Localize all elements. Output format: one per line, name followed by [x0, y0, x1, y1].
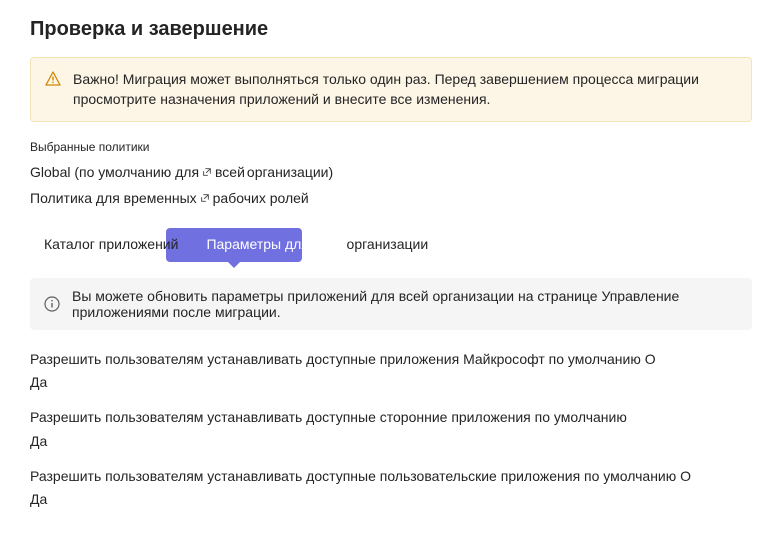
setting-value: Да [30, 433, 752, 449]
policy-text-suffix: организации) [247, 164, 333, 180]
warning-icon [45, 71, 61, 87]
policy-text-suffix: рабочих ролей [213, 190, 309, 206]
setting-custom-apps: Разрешить пользователям устанавливать до… [30, 467, 752, 507]
warning-text: Важно! Миграция может выполняться только… [73, 70, 737, 109]
open-link-icon [199, 192, 211, 204]
setting-value: Да [30, 374, 752, 390]
policy-item-temporary[interactable]: Политика для временных рабочих ролей [30, 190, 752, 206]
setting-label: Разрешить пользователям устанавливать до… [30, 467, 752, 485]
policy-text-prefix: Политика для временных [30, 190, 197, 206]
policy-list: Global (по умолчанию для всей организаци… [30, 164, 752, 206]
tab-app-catalog[interactable]: Каталог приложений [30, 228, 192, 262]
tab-label-highlighted: Параметры для всей [206, 236, 342, 252]
page-title: Проверка и завершение [30, 18, 752, 41]
policy-item-global[interactable]: Global (по умолчанию для всей организаци… [30, 164, 752, 180]
info-banner: Вы можете обновить параметры приложений … [30, 278, 752, 330]
tab-label: Каталог приложений [44, 236, 178, 252]
setting-value: Да [30, 491, 752, 507]
policy-text-prefix: Global (по умолчанию для [30, 164, 199, 180]
setting-label: Разрешить пользователям устанавливать до… [30, 350, 752, 368]
tab-org-wide-settings[interactable]: Параметры для всей организации [192, 228, 442, 262]
tab-label-post: организации [343, 236, 428, 252]
warning-banner: Важно! Миграция может выполняться только… [30, 57, 752, 122]
info-icon [44, 296, 60, 312]
tabs: Каталог приложений Параметры для всей ор… [30, 228, 752, 262]
setting-third-party-apps: Разрешить пользователям устанавливать до… [30, 408, 752, 448]
setting-label: Разрешить пользователям устанавливать до… [30, 408, 752, 426]
policy-text-link: всей [215, 164, 245, 180]
setting-microsoft-apps: Разрешить пользователям устанавливать до… [30, 350, 752, 390]
info-text: Вы можете обновить параметры приложений … [72, 288, 738, 320]
open-link-icon [201, 166, 213, 178]
selected-policies-label: Выбранные политики [30, 140, 752, 154]
